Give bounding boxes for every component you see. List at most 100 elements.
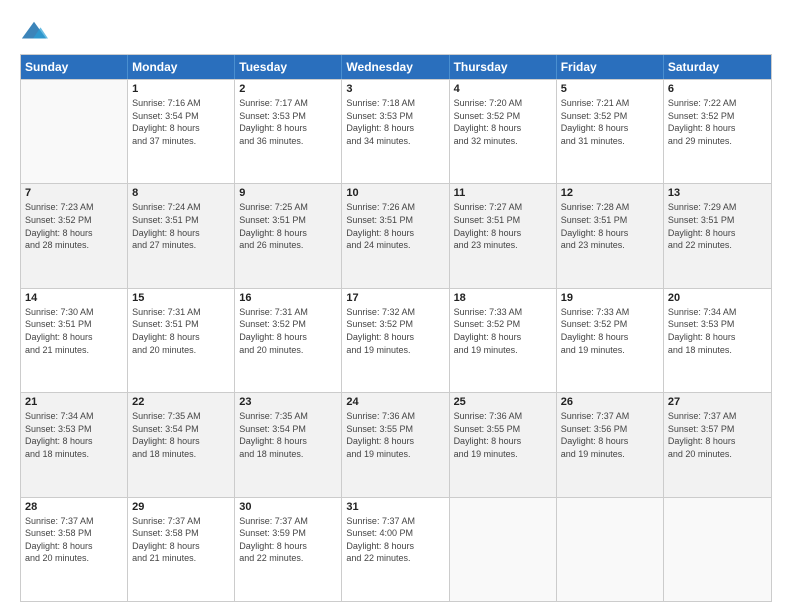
day-cell-10: 10 Sunrise: 7:26 AM Sunset: 3:51 PM Dayli… (342, 184, 449, 287)
day-number: 26 (561, 396, 659, 408)
day-number: 31 (346, 501, 444, 513)
header-cell-thursday: Thursday (450, 55, 557, 79)
day-info: Sunrise: 7:28 AM Sunset: 3:51 PM Dayligh… (561, 201, 659, 251)
page: SundayMondayTuesdayWednesdayThursdayFrid… (0, 0, 792, 612)
day-cell-22: 22 Sunrise: 7:35 AM Sunset: 3:54 PM Dayli… (128, 393, 235, 496)
day-number: 14 (25, 292, 123, 304)
day-number: 2 (239, 83, 337, 95)
day-number: 12 (561, 187, 659, 199)
day-cell-12: 12 Sunrise: 7:28 AM Sunset: 3:51 PM Dayli… (557, 184, 664, 287)
day-info: Sunrise: 7:31 AM Sunset: 3:52 PM Dayligh… (239, 306, 337, 356)
day-number: 10 (346, 187, 444, 199)
day-cell-27: 27Sunrise: 7:37 AM Sunset: 3:57 PM Dayli… (664, 393, 771, 496)
day-info: Sunrise: 7:37 AM Sunset: 3:59 PM Dayligh… (239, 515, 337, 565)
day-number: 22 (132, 396, 230, 408)
day-cell-11: 11Sunrise: 7:27 AM Sunset: 3:51 PM Dayli… (450, 184, 557, 287)
logo (20, 18, 52, 46)
day-info: Sunrise: 7:25 AM Sunset: 3:51 PM Dayligh… (239, 201, 337, 251)
day-cell-31: 31 Sunrise: 7:37 AM Sunset: 4:00 PM Dayli… (342, 498, 449, 601)
day-info: Sunrise: 7:36 AM Sunset: 3:55 PM Dayligh… (454, 410, 552, 460)
day-number: 15 (132, 292, 230, 304)
day-cell-7: 7 Sunrise: 7:23 AM Sunset: 3:52 PM Daylig… (21, 184, 128, 287)
day-cell-15: 15 Sunrise: 7:31 AM Sunset: 3:51 PM Dayli… (128, 289, 235, 392)
day-info: Sunrise: 7:37 AM Sunset: 3:57 PM Dayligh… (668, 410, 767, 460)
day-number: 8 (132, 187, 230, 199)
header-cell-sunday: Sunday (21, 55, 128, 79)
day-number: 18 (454, 292, 552, 304)
day-number: 21 (25, 396, 123, 408)
day-number: 19 (561, 292, 659, 304)
day-cell-empty-4-6 (664, 498, 771, 601)
day-cell-9: 9 Sunrise: 7:25 AM Sunset: 3:51 PM Daylig… (235, 184, 342, 287)
day-info: Sunrise: 7:24 AM Sunset: 3:51 PM Dayligh… (132, 201, 230, 251)
day-info: Sunrise: 7:34 AM Sunset: 3:53 PM Dayligh… (668, 306, 767, 356)
day-number: 3 (346, 83, 444, 95)
day-cell-18: 18 Sunrise: 7:33 AM Sunset: 3:52 PM Dayli… (450, 289, 557, 392)
day-number: 16 (239, 292, 337, 304)
day-number: 24 (346, 396, 444, 408)
day-info: Sunrise: 7:30 AM Sunset: 3:51 PM Dayligh… (25, 306, 123, 356)
logo-icon (20, 18, 48, 46)
day-number: 9 (239, 187, 337, 199)
day-info: Sunrise: 7:16 AM Sunset: 3:54 PM Dayligh… (132, 97, 230, 147)
day-info: Sunrise: 7:33 AM Sunset: 3:52 PM Dayligh… (454, 306, 552, 356)
day-number: 30 (239, 501, 337, 513)
day-cell-23: 23Sunrise: 7:35 AM Sunset: 3:54 PM Dayli… (235, 393, 342, 496)
header (20, 18, 772, 46)
day-number: 17 (346, 292, 444, 304)
calendar-week-3: 14 Sunrise: 7:30 AM Sunset: 3:51 PM Dayli… (21, 288, 771, 392)
calendar-header-row: SundayMondayTuesdayWednesdayThursdayFrid… (21, 55, 771, 79)
day-info: Sunrise: 7:23 AM Sunset: 3:52 PM Dayligh… (25, 201, 123, 251)
day-cell-5: 5 Sunrise: 7:21 AM Sunset: 3:52 PM Daylig… (557, 80, 664, 183)
day-info: Sunrise: 7:35 AM Sunset: 3:54 PM Dayligh… (132, 410, 230, 460)
header-cell-monday: Monday (128, 55, 235, 79)
day-info: Sunrise: 7:22 AM Sunset: 3:52 PM Dayligh… (668, 97, 767, 147)
day-cell-20: 20 Sunrise: 7:34 AM Sunset: 3:53 PM Dayli… (664, 289, 771, 392)
header-cell-friday: Friday (557, 55, 664, 79)
day-cell-29: 29 Sunrise: 7:37 AM Sunset: 3:58 PM Dayli… (128, 498, 235, 601)
day-cell-26: 26 Sunrise: 7:37 AM Sunset: 3:56 PM Dayli… (557, 393, 664, 496)
day-cell-4: 4Sunrise: 7:20 AM Sunset: 3:52 PM Daylig… (450, 80, 557, 183)
day-info: Sunrise: 7:37 AM Sunset: 3:58 PM Dayligh… (25, 515, 123, 565)
calendar: SundayMondayTuesdayWednesdayThursdayFrid… (20, 54, 772, 602)
day-info: Sunrise: 7:26 AM Sunset: 3:51 PM Dayligh… (346, 201, 444, 251)
header-cell-tuesday: Tuesday (235, 55, 342, 79)
day-number: 29 (132, 501, 230, 513)
day-number: 1 (132, 83, 230, 95)
header-cell-saturday: Saturday (664, 55, 771, 79)
day-number: 20 (668, 292, 767, 304)
day-info: Sunrise: 7:34 AM Sunset: 3:53 PM Dayligh… (25, 410, 123, 460)
day-number: 5 (561, 83, 659, 95)
day-cell-empty-4-5 (557, 498, 664, 601)
day-info: Sunrise: 7:35 AM Sunset: 3:54 PM Dayligh… (239, 410, 337, 460)
day-info: Sunrise: 7:31 AM Sunset: 3:51 PM Dayligh… (132, 306, 230, 356)
day-cell-6: 6 Sunrise: 7:22 AM Sunset: 3:52 PM Daylig… (664, 80, 771, 183)
day-info: Sunrise: 7:17 AM Sunset: 3:53 PM Dayligh… (239, 97, 337, 147)
day-info: Sunrise: 7:37 AM Sunset: 4:00 PM Dayligh… (346, 515, 444, 565)
day-cell-17: 17Sunrise: 7:32 AM Sunset: 3:52 PM Dayli… (342, 289, 449, 392)
day-cell-24: 24 Sunrise: 7:36 AM Sunset: 3:55 PM Dayli… (342, 393, 449, 496)
day-info: Sunrise: 7:37 AM Sunset: 3:56 PM Dayligh… (561, 410, 659, 460)
day-info: Sunrise: 7:18 AM Sunset: 3:53 PM Dayligh… (346, 97, 444, 147)
day-cell-13: 13 Sunrise: 7:29 AM Sunset: 3:51 PM Dayli… (664, 184, 771, 287)
day-number: 7 (25, 187, 123, 199)
day-cell-21: 21 Sunrise: 7:34 AM Sunset: 3:53 PM Dayli… (21, 393, 128, 496)
header-cell-wednesday: Wednesday (342, 55, 449, 79)
day-info: Sunrise: 7:36 AM Sunset: 3:55 PM Dayligh… (346, 410, 444, 460)
day-number: 28 (25, 501, 123, 513)
day-info: Sunrise: 7:37 AM Sunset: 3:58 PM Dayligh… (132, 515, 230, 565)
day-cell-25: 25 Sunrise: 7:36 AM Sunset: 3:55 PM Dayli… (450, 393, 557, 496)
day-number: 6 (668, 83, 767, 95)
calendar-week-5: 28 Sunrise: 7:37 AM Sunset: 3:58 PM Dayli… (21, 497, 771, 601)
day-info: Sunrise: 7:29 AM Sunset: 3:51 PM Dayligh… (668, 201, 767, 251)
day-number: 11 (454, 187, 552, 199)
day-number: 25 (454, 396, 552, 408)
day-cell-empty-4-4 (450, 498, 557, 601)
calendar-week-2: 7 Sunrise: 7:23 AM Sunset: 3:52 PM Daylig… (21, 183, 771, 287)
day-info: Sunrise: 7:21 AM Sunset: 3:52 PM Dayligh… (561, 97, 659, 147)
day-cell-2: 2 Sunrise: 7:17 AM Sunset: 3:53 PM Daylig… (235, 80, 342, 183)
day-number: 13 (668, 187, 767, 199)
calendar-body: 1 Sunrise: 7:16 AM Sunset: 3:54 PM Daylig… (21, 79, 771, 601)
day-cell-30: 30 Sunrise: 7:37 AM Sunset: 3:59 PM Dayli… (235, 498, 342, 601)
day-cell-1: 1 Sunrise: 7:16 AM Sunset: 3:54 PM Daylig… (128, 80, 235, 183)
